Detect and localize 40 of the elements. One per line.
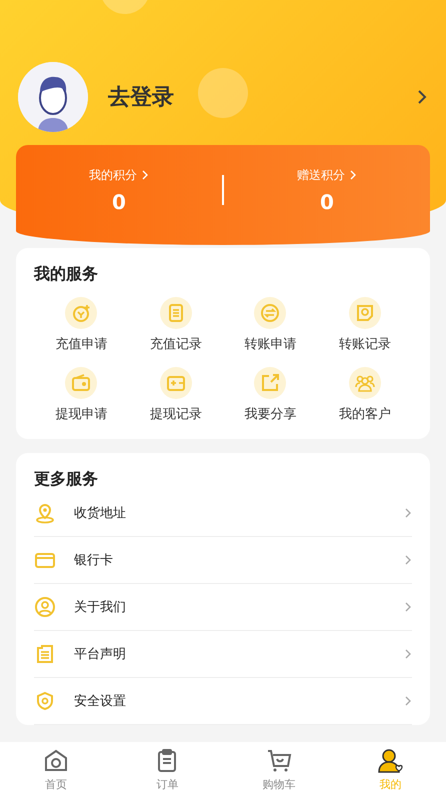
service-label[interactable]: 我的客户 <box>338 405 391 423</box>
points-value: 0 <box>320 190 334 214</box>
menu-icon <box>34 643 56 665</box>
login-link[interactable]: 去登录 <box>108 82 416 112</box>
menu-item[interactable]: 收货地址 <box>74 504 404 522</box>
tab[interactable]: 订单 <box>112 742 223 796</box>
service-label[interactable]: 充值记录 <box>150 335 202 353</box>
menu-item[interactable]: 安全设置 <box>74 692 404 710</box>
chevron-icon <box>404 695 412 707</box>
service-label[interactable]: 转账记录 <box>338 335 391 353</box>
menu-item[interactable]: 银行卡 <box>74 551 404 569</box>
service-label[interactable]: 我要分享 <box>244 405 296 423</box>
service-icon[interactable] <box>70 372 92 394</box>
menu-icon <box>34 690 56 712</box>
avatar-icon[interactable] <box>18 62 88 132</box>
chevron-icon <box>404 507 412 519</box>
service-icon[interactable] <box>259 372 282 394</box>
service-label[interactable]: 转账申请 <box>244 335 296 353</box>
section-title: 更多服务 <box>34 469 99 490</box>
chevron-icon <box>404 554 412 566</box>
service-label[interactable]: 提现记录 <box>150 405 202 423</box>
service-label[interactable]: 充值申请 <box>55 335 108 353</box>
menu-item[interactable]: 平台声明 <box>74 645 404 663</box>
chevron-icon <box>141 169 149 181</box>
menu-icon <box>34 596 56 618</box>
tab-icon <box>376 746 404 774</box>
service-icon[interactable] <box>70 302 92 324</box>
service-label[interactable]: 提现申请 <box>55 405 108 423</box>
points-value: 0 <box>112 190 126 214</box>
chevron-icon <box>416 88 428 106</box>
chevron-icon <box>404 648 412 660</box>
tab[interactable]: 购物车 <box>223 742 334 796</box>
service-icon[interactable] <box>259 302 282 324</box>
menu-item[interactable]: 关于我们 <box>74 598 404 616</box>
section-title: 我的服务 <box>34 264 99 285</box>
tab[interactable]: 首页 <box>0 742 112 796</box>
menu-icon <box>34 502 56 524</box>
chevron-icon <box>404 601 412 613</box>
chevron-icon <box>349 169 357 181</box>
decor-circle <box>198 68 248 118</box>
